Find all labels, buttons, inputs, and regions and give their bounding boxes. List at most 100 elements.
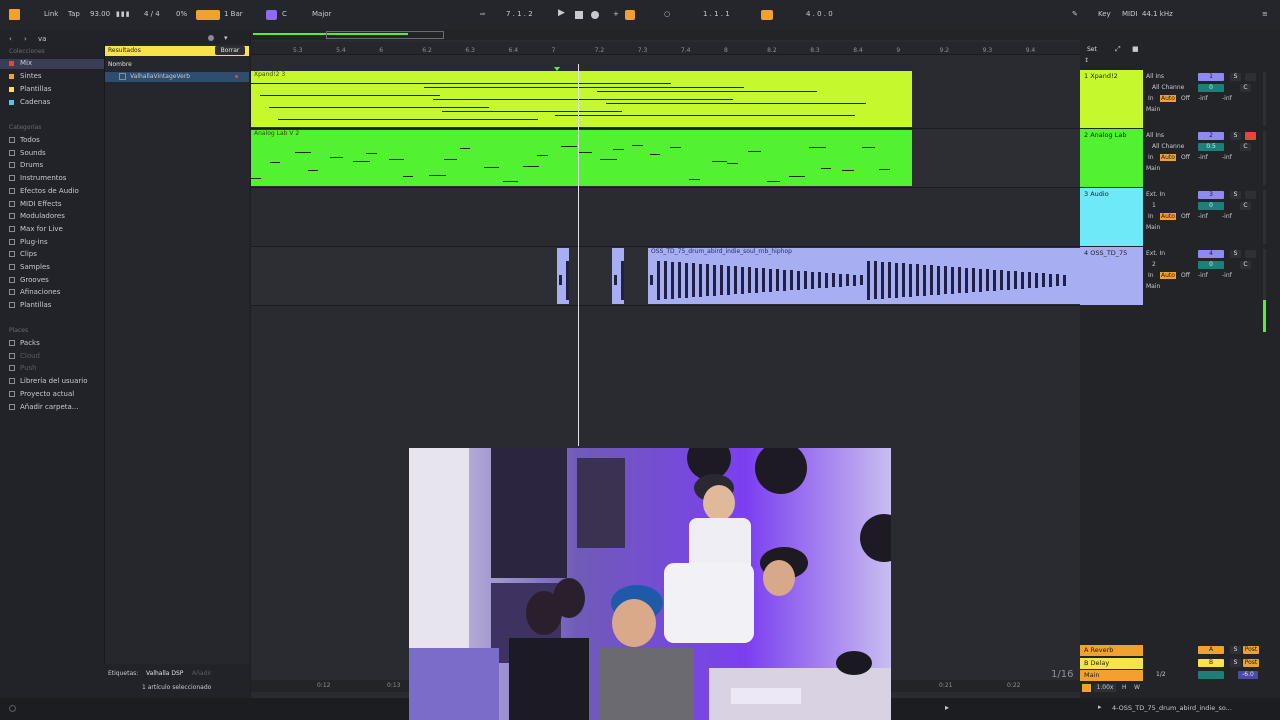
monitor-auto-button[interactable]: Auto xyxy=(1160,154,1176,161)
height-button[interactable]: H xyxy=(1122,684,1127,691)
info-icon[interactable] xyxy=(9,705,16,712)
arrangement-position-icon[interactable]: ⇨ xyxy=(480,10,486,18)
capture-icon[interactable]: ○ xyxy=(664,10,670,18)
track-header[interactable]: 4 OSS_TD_75 xyxy=(1080,247,1143,305)
send-b-field[interactable]: -inf xyxy=(1222,95,1232,102)
arm-button[interactable] xyxy=(1245,191,1256,199)
solo-button[interactable]: S xyxy=(1230,646,1241,654)
scale-select[interactable]: Major xyxy=(312,10,331,18)
send-b-field[interactable]: -inf xyxy=(1222,154,1232,161)
monitor-in-button[interactable]: In xyxy=(1148,154,1154,161)
input-type-select[interactable]: Ext. In xyxy=(1146,250,1165,257)
category-item[interactable]: MIDI Effects xyxy=(9,200,62,210)
solo-button[interactable]: S xyxy=(1230,191,1241,199)
metronome-icon[interactable]: ▮▮▮ xyxy=(116,10,131,18)
send-b-field[interactable]: -inf xyxy=(1222,272,1232,279)
loop-length-field[interactable]: 4 . 0 . 0 xyxy=(806,10,833,18)
output-select[interactable]: Main xyxy=(1146,165,1160,172)
midi-clip[interactable]: Analog Lab V 2 xyxy=(251,130,912,186)
volume-field[interactable]: 0 xyxy=(1198,261,1224,269)
send-a-field[interactable]: -inf xyxy=(1198,154,1208,161)
send-b-field[interactable]: -inf xyxy=(1222,213,1232,220)
place-item[interactable]: Packs xyxy=(9,339,40,349)
category-item[interactable]: Efectos de Audio xyxy=(9,187,79,197)
stop-icon[interactable] xyxy=(575,11,583,19)
link-button[interactable]: Link xyxy=(44,10,58,18)
input-channel-select[interactable]: All Channe xyxy=(1152,143,1184,150)
beat-ruler[interactable] xyxy=(251,42,1080,55)
start-marker-icon[interactable] xyxy=(554,67,560,71)
overdub-icon[interactable]: + xyxy=(613,10,619,18)
key-map-button[interactable]: Key xyxy=(1098,10,1111,18)
output-select[interactable]: Main xyxy=(1146,224,1160,231)
collection-item[interactable]: Plantillas xyxy=(9,85,51,95)
loop-start-field[interactable]: 1 . 1 . 1 xyxy=(703,10,730,18)
audio-clip[interactable] xyxy=(557,248,569,304)
main-level-field[interactable]: -6.0 xyxy=(1238,671,1258,679)
monitor-auto-button[interactable]: Auto xyxy=(1160,95,1176,102)
category-item[interactable]: Samples xyxy=(9,263,50,273)
input-type-select[interactable]: All Ins xyxy=(1146,73,1164,80)
send-a-field[interactable]: -inf xyxy=(1198,272,1208,279)
midi-map-button[interactable]: MIDI xyxy=(1122,10,1138,18)
add-tag-button[interactable]: Añadir xyxy=(192,670,212,677)
category-item[interactable]: Sounds xyxy=(9,149,46,159)
swing-field[interactable]: 0% xyxy=(176,10,187,18)
clear-results-button[interactable]: Borrar xyxy=(215,46,245,55)
pan-field[interactable]: C xyxy=(1240,84,1251,92)
expand-icon[interactable]: ⤢ xyxy=(1115,45,1121,54)
output-select[interactable]: Main xyxy=(1146,106,1160,113)
back-icon[interactable]: ‹ xyxy=(9,35,12,43)
track-lane[interactable]: OSS_TD_75_drum_abird_indie_soul_rnb_hiph… xyxy=(251,247,1080,306)
main-toggle-icon[interactable] xyxy=(1082,684,1091,692)
return-track-header[interactable]: Main xyxy=(1080,670,1143,681)
menu-icon[interactable]: ≡ xyxy=(1262,10,1268,18)
scale-mode-icon[interactable] xyxy=(266,10,277,20)
quantize-select[interactable]: 1 Bar xyxy=(224,10,243,18)
collection-item[interactable]: Mix xyxy=(0,59,104,69)
place-item[interactable]: Cloud xyxy=(9,352,40,362)
browser-search-input[interactable]: va xyxy=(38,35,46,43)
solo-button[interactable]: S xyxy=(1230,658,1241,667)
pan-field[interactable]: C xyxy=(1240,202,1251,210)
category-item[interactable]: Max for Live xyxy=(9,225,63,235)
category-item[interactable]: Afinaciones xyxy=(9,288,60,298)
input-channel-select[interactable]: 1 xyxy=(1152,202,1156,209)
track-number-button[interactable]: 3 xyxy=(1198,191,1224,199)
solo-button[interactable]: S xyxy=(1230,132,1241,140)
monitor-off-button[interactable]: Off xyxy=(1181,272,1190,279)
monitor-in-button[interactable]: In xyxy=(1148,213,1154,220)
tag-chip[interactable]: Valhalla DSP xyxy=(146,670,183,677)
volume-field[interactable]: 0 xyxy=(1198,202,1224,210)
tap-button[interactable]: Tap xyxy=(68,10,80,18)
track-number-button[interactable]: 4 xyxy=(1198,250,1224,258)
track-header[interactable]: 3 Audio xyxy=(1080,188,1143,246)
category-item[interactable]: Plug-ins xyxy=(9,238,48,248)
midi-clip[interactable]: Xpand!2 3 xyxy=(251,71,912,127)
arm-button[interactable] xyxy=(1245,250,1256,258)
category-item[interactable]: Drums xyxy=(9,161,43,171)
arm-button[interactable] xyxy=(1245,132,1256,140)
automation-arm-icon[interactable] xyxy=(625,10,635,20)
collapse-icon[interactable]: ▸ xyxy=(1098,703,1102,711)
solo-button[interactable]: S xyxy=(1230,73,1241,81)
category-item[interactable]: Clips xyxy=(9,250,37,260)
audio-clip[interactable] xyxy=(612,248,624,304)
category-item[interactable]: Plantillas xyxy=(9,301,51,311)
output-select[interactable]: Main xyxy=(1146,283,1160,290)
time-signature-field[interactable]: 4 / 4 xyxy=(144,10,160,18)
place-item[interactable]: Añadir carpeta... xyxy=(9,403,78,413)
input-channel-select[interactable]: 2 xyxy=(1152,261,1156,268)
track-number-button[interactable]: 1 xyxy=(1198,73,1224,81)
overview-viewport[interactable] xyxy=(326,31,444,39)
pan-field[interactable]: C xyxy=(1240,143,1251,151)
name-column-header[interactable]: Nombre xyxy=(108,61,132,68)
category-item[interactable]: Grooves xyxy=(9,276,49,286)
collection-item[interactable]: Sintes xyxy=(9,72,42,82)
play-icon[interactable]: ▶ xyxy=(558,8,565,18)
main-volume-field[interactable] xyxy=(1198,671,1224,679)
arm-button[interactable] xyxy=(1245,73,1256,81)
filter-icon[interactable]: ▾ xyxy=(224,34,228,42)
track-header[interactable]: 1 Xpand!2 xyxy=(1080,70,1143,128)
overview-bar[interactable] xyxy=(251,30,1080,40)
